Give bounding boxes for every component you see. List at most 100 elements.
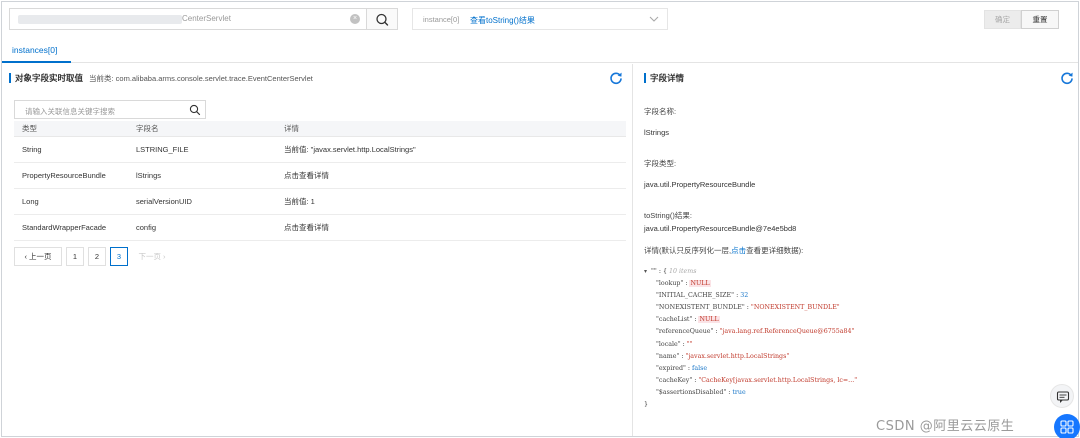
panel-title: 字段详情 xyxy=(650,73,685,83)
current-class: 当前类: com.alibaba.arms.console.servlet.tr… xyxy=(89,73,313,83)
cell-detail: 当前值: 1 xyxy=(276,188,626,215)
json-key: "name" xyxy=(656,352,680,360)
section-marker xyxy=(9,73,11,83)
cell-type: StandardWrapperFacade xyxy=(14,214,128,241)
page-button-2[interactable]: 2 xyxy=(88,247,106,266)
json-root-key: "" xyxy=(651,268,657,275)
toolbar: CenterServlet × instance[0] 查看toString()… xyxy=(2,2,1078,36)
view-tostring-link[interactable]: 查看toString()结果 xyxy=(470,15,535,26)
more-detail-link[interactable]: 点击 xyxy=(731,246,746,255)
search-value: CenterServlet xyxy=(182,14,231,23)
app-grid-button[interactable] xyxy=(1054,414,1080,438)
column-header-field: 字段名 xyxy=(128,121,276,137)
panel-header: 对象字段实时取值 当前类: com.alibaba.arms.console.se… xyxy=(9,72,313,84)
json-value: NULL xyxy=(689,280,711,288)
cell-type: Long xyxy=(14,188,128,215)
json-key: "expired" xyxy=(656,364,686,372)
active-tab-indicator xyxy=(2,61,71,63)
cell-type: PropertyResourceBundle xyxy=(14,162,128,189)
search-button[interactable] xyxy=(367,8,398,30)
fields-table: 类型 字段名 详情 String LSTRING_FILE 当前值: "java… xyxy=(14,121,626,241)
chevron-right-icon: › xyxy=(163,252,166,261)
search-icon xyxy=(376,13,389,26)
json-item: "cacheList" : NULL xyxy=(656,316,720,324)
refresh-icon[interactable] xyxy=(1060,71,1074,85)
json-key: "cacheKey" xyxy=(656,376,693,384)
panel-header: 字段详情 xyxy=(644,72,684,84)
column-header-detail: 详情 xyxy=(276,121,626,137)
field-detail-panel: 字段详情 字段名称: lStrings 字段类型: java.util.Prop… xyxy=(634,64,1078,436)
tab-instances-0[interactable]: instances[0] xyxy=(12,45,57,55)
field-type-label: 字段类型: xyxy=(644,159,677,168)
json-value: 32 xyxy=(740,292,749,300)
json-items: "lookup" : NULL "INITIAL_CACHE_SIZE" : 3… xyxy=(644,278,857,399)
cell-field: LSTRING_FILE xyxy=(128,136,276,163)
json-value: "" xyxy=(686,340,693,348)
instance-select[interactable]: instance[0] 查看toString()结果 xyxy=(412,8,668,30)
table-row: PropertyResourceBundle lStrings 点击查看详情 xyxy=(14,162,626,189)
filter-input[interactable]: 请输入关联信息关键字搜索 xyxy=(14,100,206,119)
json-value: "CacheKey[javax.servlet.http.LocalString… xyxy=(698,376,858,384)
tostring-label: toString()结果: xyxy=(644,211,692,220)
watermark: CSDN @阿里云云原生 xyxy=(876,419,1015,434)
redacted-text xyxy=(18,15,182,24)
cell-field: serialVersionUID xyxy=(128,188,276,215)
view-detail-link[interactable]: 点击查看详情 xyxy=(276,214,626,241)
json-item: "expired" : false xyxy=(656,364,708,372)
table-row: Long serialVersionUID 当前值: 1 xyxy=(14,188,626,215)
json-item: "cacheKey" : "CacheKey[javax.servlet.htt… xyxy=(656,376,858,384)
caret-down-icon[interactable]: ▾ xyxy=(644,268,647,275)
app-window: CenterServlet × instance[0] 查看toString()… xyxy=(1,1,1080,438)
reset-button[interactable]: 重置 xyxy=(1021,10,1059,29)
tab-bar: instances[0] xyxy=(2,42,1078,63)
cell-field: config xyxy=(128,214,276,241)
clear-icon[interactable]: × xyxy=(350,14,360,24)
refresh-icon[interactable] xyxy=(609,71,623,85)
chat-icon xyxy=(1056,391,1070,403)
json-value: "java.lang.ref.ReferenceQueue@6755a84" xyxy=(719,328,855,336)
json-value: "javax.servlet.http.LocalStrings" xyxy=(685,352,790,360)
next-page-label: 下一页 xyxy=(138,252,161,261)
feedback-button[interactable] xyxy=(1050,384,1074,408)
view-detail-link[interactable]: 点击查看详情 xyxy=(276,162,626,189)
json-item: "name" : "javax.servlet.http.LocalString… xyxy=(656,352,790,360)
confirm-button[interactable]: 确定 xyxy=(984,10,1021,29)
column-header-type: 类型 xyxy=(14,121,128,137)
page-button-3[interactable]: 3 xyxy=(110,247,128,266)
panel-title: 对象字段实时取值 xyxy=(15,73,84,83)
json-value: "NONEXISTENT_BUNDLE" xyxy=(750,304,840,312)
prev-page-label: 上一页 xyxy=(29,252,52,261)
json-key: "$assertionsDisabled" xyxy=(656,388,727,396)
json-item: "INITIAL_CACHE_SIZE" : 32 xyxy=(656,292,749,300)
json-key: "INITIAL_CACHE_SIZE" xyxy=(656,292,735,300)
tostring-value: java.util.PropertyResourceBundle@7e4e5bd… xyxy=(644,224,797,233)
json-item-count: 10 items xyxy=(668,268,697,275)
section-marker xyxy=(644,73,646,83)
field-name-value: lStrings xyxy=(644,128,670,137)
json-item: "$assertionsDisabled" : true xyxy=(656,388,746,396)
table-header-row: 类型 字段名 详情 xyxy=(14,121,626,137)
page-button-1[interactable]: 1 xyxy=(66,247,84,266)
search-icon xyxy=(189,104,201,116)
json-value: false xyxy=(692,364,708,372)
table-row: String LSTRING_FILE 当前值: "javax.servlet.… xyxy=(14,136,626,163)
detail-note: 详情(默认只反序列化一层,点击查看更详细数据): xyxy=(644,245,803,256)
chevron-left-icon: ‹ xyxy=(24,252,27,261)
cell-type: String xyxy=(14,136,128,163)
cell-field: lStrings xyxy=(128,162,276,189)
json-key: "lookup" xyxy=(656,280,684,288)
chevron-down-icon xyxy=(649,16,659,22)
json-key: "cacheList" xyxy=(656,316,693,324)
next-page-button[interactable]: 下一页 › xyxy=(130,247,174,266)
json-root: ▾ "" : { 10 items xyxy=(644,268,697,275)
filter-placeholder: 请输入关联信息关键字搜索 xyxy=(25,107,115,116)
json-item: "referenceQueue" : "java.lang.ref.Refere… xyxy=(656,328,855,336)
field-type-value: java.util.PropertyResourceBundle xyxy=(644,180,756,189)
json-value: NULL xyxy=(698,316,720,324)
json-close-brace: } xyxy=(644,401,649,409)
instance-select-value: instance[0] xyxy=(423,15,460,24)
json-tree: ▾ "" : { 10 items "lookup" : NULL "INITI… xyxy=(644,266,857,411)
prev-page-button[interactable]: ‹ 上一页 xyxy=(14,247,62,266)
class-search-input[interactable]: CenterServlet × xyxy=(9,8,367,30)
table-row: StandardWrapperFacade config 点击查看详情 xyxy=(14,214,626,241)
